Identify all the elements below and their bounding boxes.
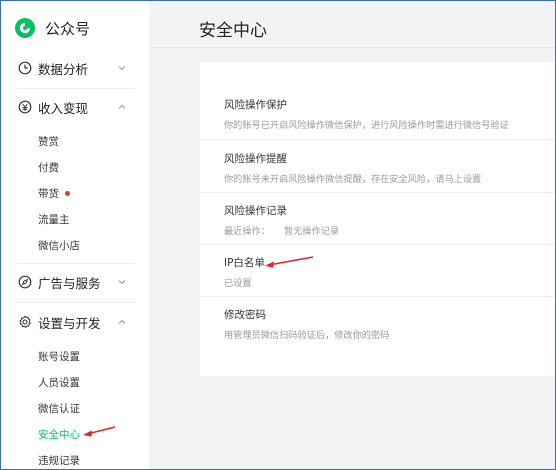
app-name: 公众号: [45, 19, 91, 38]
nav-group-label: 广告与服务: [38, 275, 101, 291]
setting-description: 最近操作： 暂无操作记录: [224, 223, 555, 237]
sidebar-item-appreciation[interactable]: 赞赏: [38, 132, 59, 150]
setting-ip-whitelist[interactable]: IP白名单 已设置: [224, 255, 555, 290]
gear-icon: [19, 315, 32, 329]
setting-description: 你的账号未开启风险操作微信提醒，存在安全风险，请马上设置: [224, 174, 482, 185]
nav-group-data-analysis[interactable]: 数据分析: [1, 55, 149, 81]
sidebar-item-security-center[interactable]: 安全中心: [38, 425, 80, 443]
setting-title: 修改密码: [224, 308, 266, 321]
logo[interactable]: 公众号: [14, 15, 90, 41]
chevron-up-icon: [118, 104, 126, 109]
setting-divider: [200, 139, 555, 140]
sidebar-divider: [17, 263, 135, 264]
setting-risk-operation-log[interactable]: 风险操作记录 最近操作： 暂无操作记录: [224, 203, 555, 238]
sidebar-item-wechat-verification[interactable]: 微信认证: [38, 399, 80, 417]
setting-title: 风险操作提醒: [224, 152, 287, 165]
notification-dot: [65, 190, 70, 196]
header-divider: [149, 47, 555, 48]
nav-group-label: 收入变现: [38, 100, 89, 116]
sidebar: 公众号 数据分析 收入变现 赞赏 付费 带货 流量主 微信小店 广告与服务 设置…: [1, 1, 149, 469]
setting-divider: [200, 244, 555, 245]
setting-title: IP白名单: [224, 256, 265, 269]
nav-group-label: 数据分析: [38, 61, 89, 77]
chevron-down-icon: [118, 66, 126, 71]
compass-icon: [18, 275, 32, 289]
sidebar-item-staff-settings[interactable]: 人员设置: [38, 373, 80, 391]
money-icon: [18, 100, 32, 114]
wechat-official-account-logo-icon: [15, 18, 35, 38]
setting-description: 你的账号已开启风险操作微信保护，进行风险操作时需进行微信号验证: [224, 120, 509, 131]
sidebar-item-sales[interactable]: 带货: [38, 184, 70, 202]
recent-operation-value: 暂无操作记录: [283, 226, 340, 237]
sidebar-item-label: 带货: [38, 187, 59, 200]
nav-group-ads-services[interactable]: 广告与服务: [1, 269, 149, 295]
sidebar-item-traffic-owner[interactable]: 流量主: [38, 210, 70, 228]
clock-icon: [18, 61, 32, 75]
chevron-up-icon: [118, 319, 126, 324]
setting-risk-operation-protection[interactable]: 风险操作保护 你的账号已开启风险操作微信保护，进行风险操作时需进行微信号验证: [224, 97, 555, 132]
page-title: 安全中心: [199, 21, 267, 41]
sidebar-item-wechat-store[interactable]: 微信小店: [38, 236, 80, 254]
recent-operation-label: 最近操作：: [224, 226, 270, 237]
setting-description: 用管理员微信扫码验证后，修改你的密码: [224, 330, 390, 341]
app-frame: 公众号 数据分析 收入变现 赞赏 付费 带货 流量主 微信小店 广告与服务 设置…: [0, 0, 556, 470]
setting-change-password[interactable]: 修改密码 用管理员微信扫码验证后，修改你的密码: [224, 307, 555, 342]
sidebar-item-violation-records[interactable]: 违规记录: [38, 451, 80, 469]
setting-title: 风险操作记录: [224, 204, 287, 217]
setting-divider: [200, 296, 555, 297]
nav-group-settings-dev[interactable]: 设置与开发: [1, 309, 149, 335]
security-settings-card: 风险操作保护 你的账号已开启风险操作微信保护，进行风险操作时需进行微信号验证 风…: [200, 62, 555, 376]
chevron-down-icon: [118, 280, 126, 285]
setting-divider: [200, 192, 555, 193]
sidebar-item-account-settings[interactable]: 账号设置: [38, 347, 80, 365]
setting-risk-operation-alert[interactable]: 风险操作提醒 你的账号未开启风险操作微信提醒，存在安全风险，请马上设置: [224, 151, 555, 186]
sidebar-divider: [17, 302, 135, 303]
nav-group-monetization[interactable]: 收入变现: [1, 94, 149, 120]
sidebar-divider: [17, 88, 135, 89]
setting-title: 风险操作保护: [224, 98, 287, 111]
setting-description: 已设置: [224, 278, 252, 289]
sidebar-item-paid[interactable]: 付费: [38, 158, 59, 176]
nav-group-label: 设置与开发: [38, 315, 101, 331]
